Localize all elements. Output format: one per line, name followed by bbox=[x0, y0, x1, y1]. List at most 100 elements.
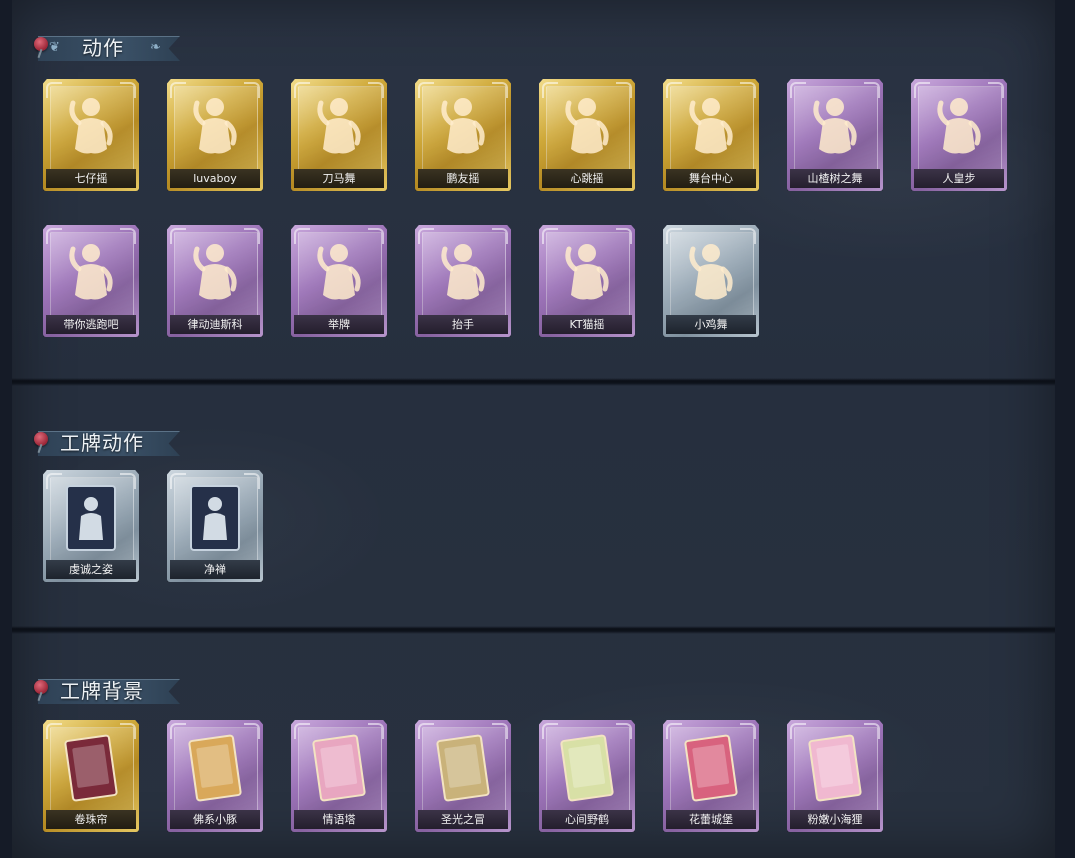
item-card[interactable]: 七仔摇 bbox=[43, 79, 139, 191]
item-label: 净禅 bbox=[170, 560, 260, 579]
item-card[interactable]: 卷珠帘 bbox=[43, 720, 139, 832]
item-label: 律动迪斯科 bbox=[170, 315, 260, 334]
figure-icon bbox=[433, 237, 493, 309]
figure-icon bbox=[309, 237, 369, 309]
corner-ornament-icon bbox=[368, 723, 384, 739]
corner-ornament-icon bbox=[368, 228, 384, 244]
corner-ornament-icon bbox=[418, 82, 434, 98]
item-label: 抬手 bbox=[418, 315, 508, 334]
corner-ornament-icon bbox=[740, 82, 756, 98]
figure-icon bbox=[61, 237, 121, 309]
item-label: 山楂树之舞 bbox=[790, 169, 880, 188]
figure-icon bbox=[433, 91, 493, 163]
item-card[interactable]: 心间野鹤 bbox=[539, 720, 635, 832]
corner-ornament-icon bbox=[616, 723, 632, 739]
corner-ornament-icon bbox=[170, 723, 186, 739]
figure-icon bbox=[681, 91, 741, 163]
item-card[interactable]: 带你逃跑吧 bbox=[43, 225, 139, 337]
section-header-actions: ❦ 动作 ❧ bbox=[32, 33, 182, 63]
item-label: 佛系小豚 bbox=[170, 810, 260, 829]
corner-ornament-icon bbox=[244, 723, 260, 739]
corner-ornament-icon bbox=[666, 228, 682, 244]
badge-background-icon bbox=[433, 732, 493, 804]
corner-ornament-icon bbox=[542, 82, 558, 98]
item-card[interactable]: 举牌 bbox=[291, 225, 387, 337]
section-divider bbox=[12, 626, 1055, 634]
section-header-badge-actions: 工牌动作 bbox=[32, 428, 182, 458]
corner-ornament-icon bbox=[244, 228, 260, 244]
corner-ornament-icon bbox=[170, 228, 186, 244]
item-label: 小鸡舞 bbox=[666, 315, 756, 334]
corner-ornament-icon bbox=[120, 723, 136, 739]
section-title: 工牌动作 bbox=[60, 431, 144, 455]
item-card[interactable]: 鹏友摇 bbox=[415, 79, 511, 191]
item-card[interactable]: 粉嫩小海狸 bbox=[787, 720, 883, 832]
corner-ornament-icon bbox=[740, 228, 756, 244]
corner-ornament-icon bbox=[616, 228, 632, 244]
item-label: 虔诚之姿 bbox=[46, 560, 136, 579]
corner-ornament-icon bbox=[120, 82, 136, 98]
pin-icon bbox=[34, 432, 48, 446]
section-header-badge-backgrounds: 工牌背景 bbox=[32, 676, 182, 706]
corner-ornament-icon bbox=[418, 723, 434, 739]
item-label: 舞台中心 bbox=[666, 169, 756, 188]
item-card[interactable]: 山楂树之舞 bbox=[787, 79, 883, 191]
figure-icon bbox=[557, 91, 617, 163]
item-card[interactable]: 小鸡舞 bbox=[663, 225, 759, 337]
section-title: 工牌背景 bbox=[60, 679, 144, 703]
item-label: 卷珠帘 bbox=[46, 810, 136, 829]
item-card[interactable]: 虔诚之姿 bbox=[43, 470, 139, 582]
figure-icon bbox=[805, 91, 865, 163]
figure-icon bbox=[929, 91, 989, 163]
corner-ornament-icon bbox=[294, 723, 310, 739]
item-card[interactable]: 佛系小豚 bbox=[167, 720, 263, 832]
corner-ornament-icon bbox=[492, 723, 508, 739]
item-card[interactable]: 人皇步 bbox=[911, 79, 1007, 191]
corner-ornament-icon bbox=[616, 82, 632, 98]
corner-ornament-icon bbox=[492, 228, 508, 244]
corner-ornament-icon bbox=[170, 82, 186, 98]
item-label: 七仔摇 bbox=[46, 169, 136, 188]
corner-ornament-icon bbox=[790, 723, 806, 739]
item-card[interactable]: 刀马舞 bbox=[291, 79, 387, 191]
item-card[interactable]: 心跳摇 bbox=[539, 79, 635, 191]
item-card[interactable]: 抬手 bbox=[415, 225, 511, 337]
item-label: luvaboy bbox=[170, 169, 260, 188]
corner-ornament-icon bbox=[244, 82, 260, 98]
corner-ornament-icon bbox=[864, 723, 880, 739]
item-label: 圣光之冒 bbox=[418, 810, 508, 829]
item-label: 心跳摇 bbox=[542, 169, 632, 188]
item-card[interactable]: 律动迪斯科 bbox=[167, 225, 263, 337]
corner-ornament-icon bbox=[46, 228, 62, 244]
corner-ornament-icon bbox=[368, 82, 384, 98]
corner-ornament-icon bbox=[244, 473, 260, 489]
corner-ornament-icon bbox=[864, 82, 880, 98]
item-label: 情语塔 bbox=[294, 810, 384, 829]
figure-icon bbox=[61, 91, 121, 163]
item-label: 花蕾城堡 bbox=[666, 810, 756, 829]
section-title: 动作 bbox=[82, 36, 124, 60]
item-label: KT猫摇 bbox=[542, 315, 632, 334]
pin-icon bbox=[34, 37, 48, 51]
figure-icon bbox=[185, 91, 245, 163]
corner-ornament-icon bbox=[418, 228, 434, 244]
corner-ornament-icon bbox=[542, 228, 558, 244]
badge-background-icon bbox=[681, 732, 741, 804]
item-card[interactable]: luvaboy bbox=[167, 79, 263, 191]
section-divider bbox=[12, 378, 1055, 386]
item-card[interactable]: KT猫摇 bbox=[539, 225, 635, 337]
badge-figure-icon bbox=[61, 482, 121, 554]
item-card[interactable]: 圣光之冒 bbox=[415, 720, 511, 832]
figure-icon bbox=[309, 91, 369, 163]
item-label: 粉嫩小海狸 bbox=[790, 810, 880, 829]
item-card[interactable]: 花蕾城堡 bbox=[663, 720, 759, 832]
item-label: 举牌 bbox=[294, 315, 384, 334]
item-card[interactable]: 舞台中心 bbox=[663, 79, 759, 191]
corner-ornament-icon bbox=[46, 82, 62, 98]
swirl-ornament-icon: ❦ bbox=[49, 40, 60, 55]
item-card[interactable]: 情语塔 bbox=[291, 720, 387, 832]
corner-ornament-icon bbox=[666, 723, 682, 739]
corner-ornament-icon bbox=[46, 723, 62, 739]
corner-ornament-icon bbox=[790, 82, 806, 98]
item-card[interactable]: 净禅 bbox=[167, 470, 263, 582]
